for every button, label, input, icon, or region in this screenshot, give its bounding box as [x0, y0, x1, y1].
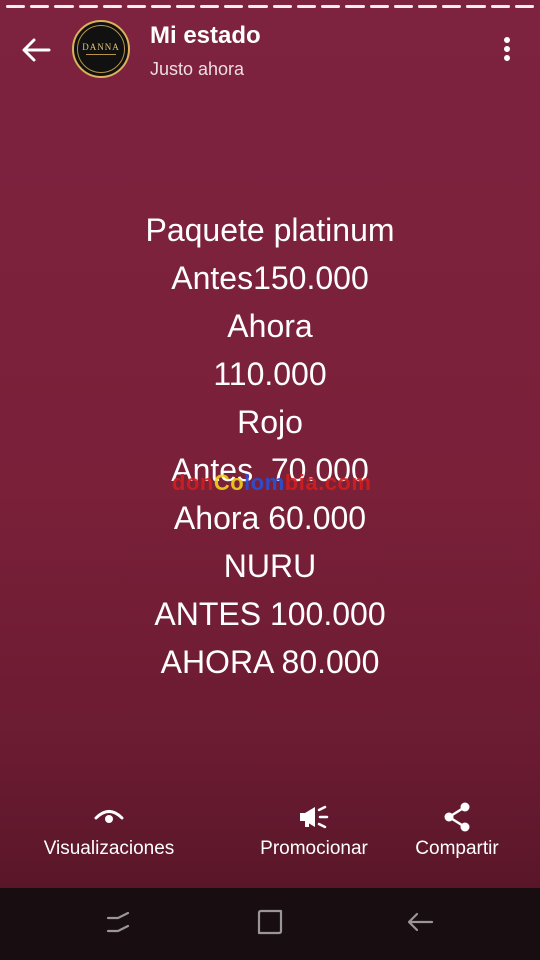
progress-segment: [514, 5, 535, 8]
more-options-button[interactable]: [490, 34, 524, 68]
progress-segment: [54, 5, 74, 8]
recent-apps-button[interactable]: [100, 906, 136, 942]
status-viewer[interactable]: DANNA Mi estado Justo ahora Paquete plat…: [0, 0, 540, 888]
watermark-part: .com: [318, 470, 372, 495]
watermark-part: bia: [284, 470, 319, 495]
progress-segment: [321, 5, 341, 8]
watermark-part: Co: [213, 470, 245, 495]
status-timestamp: Justo ahora: [150, 59, 245, 79]
progress-segment: [151, 5, 171, 8]
progress-segment: [102, 5, 123, 8]
megaphone-icon: [297, 800, 331, 834]
watermark: donColombia.com: [172, 470, 371, 496]
views-button[interactable]: Visualizaciones: [36, 800, 182, 860]
status-title: Mi estado: [150, 22, 261, 49]
system-navigation-bar: [0, 888, 540, 960]
progress-segment: [224, 5, 244, 8]
status-line: 110.000: [213, 356, 327, 392]
progress-segment: [393, 5, 413, 8]
progress-segment: [6, 5, 26, 8]
progress-segment: [345, 5, 365, 8]
progress-segment: [466, 5, 486, 8]
promote-button[interactable]: Promocionar: [252, 800, 376, 860]
status-line: Paquete platinum: [145, 212, 395, 248]
progress-segment: [175, 5, 195, 8]
eye-icon: [94, 800, 124, 834]
progress-segment: [199, 5, 220, 8]
more-vertical-icon: [503, 36, 511, 67]
avatar-ring: [77, 25, 125, 73]
nav-back-button[interactable]: [402, 906, 438, 942]
progress-segment: [248, 5, 268, 8]
progress-segment: [369, 5, 389, 8]
status-line: AHORA 80.000: [160, 644, 380, 680]
progress-segment: [417, 5, 438, 8]
back-button[interactable]: [16, 32, 56, 72]
progress-segment: [442, 5, 462, 8]
share-button[interactable]: Compartir: [408, 800, 506, 860]
recent-apps-icon: [104, 909, 132, 940]
status-line: ANTES 100.000: [154, 596, 386, 632]
progress-segment: [272, 5, 292, 8]
progress-segment: [78, 5, 98, 8]
status-line: Rojo: [237, 404, 303, 440]
avatar[interactable]: DANNA: [72, 20, 130, 78]
status-header: DANNA Mi estado Justo ahora: [0, 14, 540, 86]
status-line: Antes150.000: [171, 260, 369, 296]
nav-back-icon: [405, 910, 435, 939]
status-line: Ahora: [227, 308, 313, 344]
status-actions-bar: Visualizaciones Promocionar Compartir: [0, 800, 540, 870]
share-label: Compartir: [415, 838, 499, 859]
watermark-part: don: [172, 470, 214, 495]
home-button[interactable]: [252, 906, 288, 942]
views-label: Visualizaciones: [43, 838, 175, 859]
arrow-left-icon: [21, 37, 51, 68]
progress-segment: [490, 5, 510, 8]
promote-label: Promocionar: [260, 838, 368, 859]
status-text: Paquete platinum Antes150.000 Ahora 110.…: [0, 206, 540, 686]
progress-segment: [296, 5, 317, 8]
progress-segment: [30, 5, 50, 8]
status-line: Ahora 60.000: [173, 500, 367, 536]
watermark-part: lom: [244, 470, 285, 495]
status-progress-bar: [6, 5, 535, 8]
share-icon: [441, 800, 473, 834]
home-icon: [255, 907, 285, 942]
progress-segment: [127, 5, 147, 8]
status-line: NURU: [223, 548, 317, 584]
